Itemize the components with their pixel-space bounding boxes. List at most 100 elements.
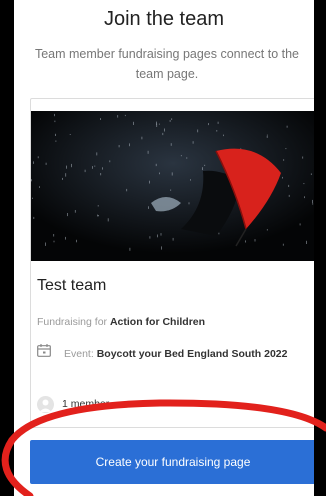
rain-speck	[302, 156, 304, 159]
rain-speck	[118, 145, 120, 148]
rain-speck	[159, 172, 160, 175]
member-count: 1 member	[62, 398, 110, 410]
rain-speck	[266, 136, 268, 138]
rain-speck	[217, 121, 219, 124]
team-image	[31, 111, 314, 261]
rain-speck	[69, 134, 71, 135]
rain-speck	[126, 188, 128, 192]
rain-speck	[65, 173, 67, 177]
rain-speck	[45, 242, 46, 246]
rain-speck	[149, 236, 151, 239]
rain-speck	[283, 159, 285, 161]
rain-speck	[192, 141, 194, 144]
user-avatar-icon	[37, 396, 54, 413]
rain-speck	[160, 233, 162, 236]
rain-speck	[109, 160, 111, 163]
rain-speck	[96, 152, 98, 156]
rain-speck	[202, 167, 203, 171]
rain-speck	[197, 129, 199, 133]
rain-speck	[124, 114, 126, 117]
rain-speck	[180, 155, 182, 157]
rain-speck	[156, 121, 157, 125]
event-label: Event:	[64, 348, 94, 360]
rain-speck	[133, 121, 134, 125]
rain-speck	[66, 165, 67, 169]
rain-speck	[266, 229, 268, 231]
rain-speck	[157, 234, 158, 238]
rain-speck	[158, 123, 160, 125]
rain-speck	[190, 179, 191, 181]
team-name: Test team	[37, 277, 107, 294]
rain-speck	[53, 234, 55, 237]
fundraising-prefix: Fundraising for	[37, 316, 108, 328]
rain-speck	[306, 240, 307, 244]
rain-speck	[33, 161, 34, 164]
rain-speck	[171, 172, 173, 176]
rain-speck	[92, 166, 93, 169]
rain-speck	[55, 140, 57, 142]
rain-speck	[39, 186, 40, 188]
rain-speck	[107, 218, 109, 222]
rain-speck	[303, 183, 305, 185]
rain-speck	[45, 162, 47, 165]
rain-speck	[54, 113, 55, 117]
rain-speck	[312, 203, 314, 205]
rain-speck	[186, 157, 188, 159]
rain-speck	[161, 246, 162, 250]
rain-speck	[74, 210, 76, 213]
rain-speck	[218, 232, 220, 235]
rain-speck	[62, 177, 63, 180]
rain-speck	[100, 118, 101, 120]
rain-speck	[100, 173, 102, 176]
rain-speck	[204, 164, 206, 166]
rain-speck	[117, 115, 119, 118]
rain-speck	[288, 184, 290, 187]
charity-name[interactable]: Action for Children	[110, 316, 205, 328]
calendar-icon	[37, 344, 51, 357]
rain-speck	[129, 143, 130, 147]
rain-speck	[53, 240, 55, 243]
rain-speck	[149, 180, 150, 184]
rain-speck	[141, 136, 143, 140]
event-name: Boycott your Bed England South 2022	[96, 348, 288, 360]
rain-speck	[97, 214, 98, 217]
rain-speck	[67, 213, 68, 217]
rain-speck	[97, 205, 99, 207]
rain-speck	[76, 239, 77, 243]
rain-speck	[172, 237, 174, 241]
rain-speck	[148, 206, 149, 209]
rain-speck	[32, 197, 33, 199]
rain-speck	[188, 202, 190, 205]
rain-speck	[312, 199, 313, 203]
rain-speck	[71, 163, 72, 168]
rain-speck	[171, 118, 173, 120]
event-text: Event: Boycott your Bed England South 20…	[64, 344, 304, 365]
rain-speck	[310, 173, 312, 175]
rain-speck	[31, 179, 32, 182]
rain-speck	[282, 243, 284, 246]
join-team-screen: Join the team Team member fundraising pa…	[14, 0, 314, 496]
rain-speck	[94, 165, 96, 167]
create-fundraising-page-button[interactable]: Create your fundraising page	[30, 440, 314, 484]
rain-speck	[254, 239, 256, 242]
rain-speck	[164, 128, 165, 132]
rain-speck	[54, 120, 56, 123]
rain-speck	[245, 240, 246, 243]
rain-speck	[33, 216, 35, 219]
rain-speck	[304, 196, 305, 199]
rain-speck	[223, 134, 224, 137]
rain-speck	[65, 236, 66, 240]
rain-speck	[98, 215, 99, 217]
rain-speck	[216, 130, 218, 132]
rain-speck	[170, 143, 172, 146]
rain-speck	[147, 150, 149, 154]
rain-speck	[162, 132, 164, 136]
rain-speck	[102, 167, 103, 170]
rain-speck	[169, 120, 171, 122]
page-title: Join the team	[103, 8, 225, 30]
rain-speck	[55, 133, 56, 136]
rain-speck	[155, 163, 157, 167]
rain-speck	[129, 247, 131, 251]
team-card: Test team Fundraising for Action for Chi…	[30, 98, 314, 428]
rain-speck	[285, 148, 287, 150]
